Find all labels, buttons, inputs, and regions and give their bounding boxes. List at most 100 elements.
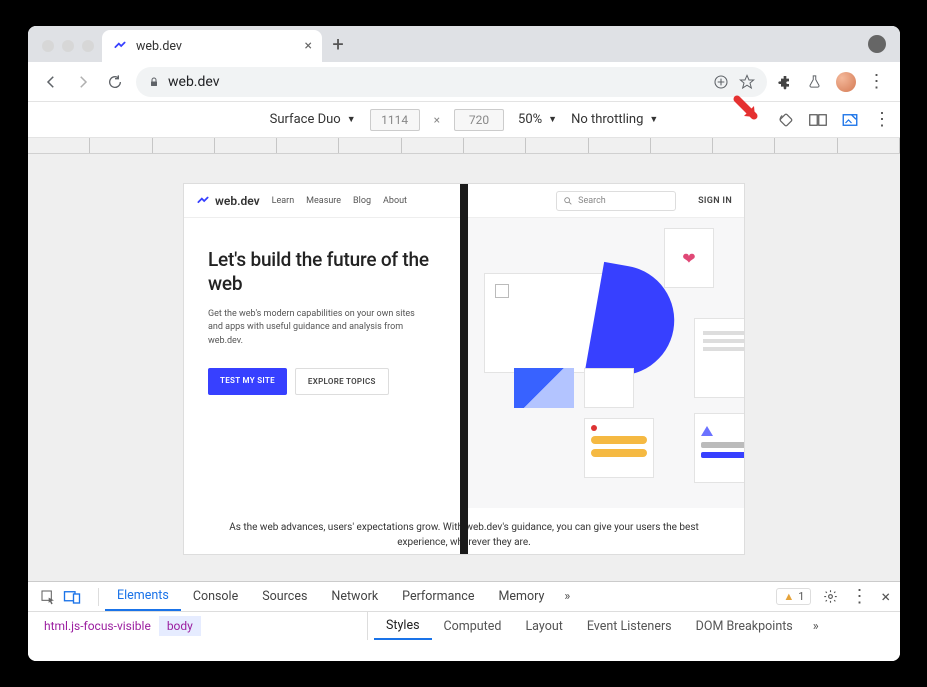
- devtools-panel: Elements Console Sources Network Perform…: [28, 581, 900, 661]
- labs-icon[interactable]: [807, 74, 822, 89]
- dual-screen-icon[interactable]: [809, 111, 827, 129]
- new-tab-button[interactable]: +: [322, 32, 354, 62]
- close-tab-icon[interactable]: ×: [305, 38, 312, 54]
- explore-topics-button[interactable]: EXPLORE TOPICS: [295, 368, 389, 395]
- more-styles-tabs-icon[interactable]: »: [805, 619, 827, 634]
- close-dot[interactable]: [42, 40, 54, 52]
- url-actions: [713, 74, 755, 90]
- device-toolbar: Surface Duo ▼ × 50% ▼ No throttling ▼ ⋮: [28, 102, 900, 138]
- throttling-value: No throttling: [571, 112, 643, 127]
- inspect-icon[interactable]: [36, 585, 60, 609]
- settings-icon[interactable]: [823, 589, 838, 604]
- illustration-card: [694, 318, 744, 398]
- tab-computed[interactable]: Computed: [432, 612, 514, 640]
- install-icon[interactable]: [713, 74, 729, 90]
- browser-toolbar: web.dev ⋮: [28, 62, 900, 102]
- breadcrumb: html.js-focus-visible body: [28, 612, 368, 640]
- extensions-icon[interactable]: [777, 74, 793, 90]
- search-placeholder: Search: [578, 196, 606, 206]
- crumb-html[interactable]: html.js-focus-visible: [36, 616, 159, 636]
- dimension-separator: ×: [434, 113, 440, 127]
- search-icon: [563, 196, 573, 206]
- tab-sources[interactable]: Sources: [250, 582, 319, 611]
- zoom-value: 50%: [518, 112, 542, 127]
- zoom-dot[interactable]: [82, 40, 94, 52]
- crumb-body[interactable]: body: [159, 616, 201, 636]
- nav-blog[interactable]: Blog: [353, 196, 371, 206]
- minimize-dot[interactable]: [62, 40, 74, 52]
- device-hinge: [460, 184, 468, 554]
- device-toggle-icon[interactable]: [60, 585, 84, 609]
- site-nav: Learn Measure Blog About: [272, 196, 407, 206]
- rotate-icon[interactable]: [777, 111, 795, 129]
- chevron-down-icon: ▼: [649, 114, 658, 125]
- profile-indicator-icon[interactable]: [868, 35, 886, 53]
- reload-button[interactable]: [104, 71, 126, 93]
- tab-title: web.dev: [136, 39, 182, 54]
- bookmark-icon[interactable]: [739, 74, 755, 90]
- hero-illustration: ❤: [464, 218, 744, 508]
- capture-screenshot-icon[interactable]: [841, 111, 859, 129]
- chevron-down-icon: ▼: [347, 114, 356, 125]
- illustration-card: [694, 413, 744, 483]
- illustration-card: [514, 368, 574, 408]
- test-my-site-button[interactable]: TEST MY SITE: [208, 368, 287, 395]
- width-input[interactable]: [370, 109, 420, 131]
- signin-link[interactable]: SIGN IN: [698, 196, 732, 206]
- back-button[interactable]: [40, 71, 62, 93]
- hero-description: Get the web's modern capabilities on you…: [208, 308, 418, 349]
- devtools-subpanel: html.js-focus-visible body Styles Comput…: [28, 612, 900, 661]
- tab-styles[interactable]: Styles: [374, 612, 432, 640]
- logo-text: web.dev: [215, 194, 260, 208]
- chevron-down-icon: ▼: [548, 114, 557, 125]
- forward-button[interactable]: [72, 71, 94, 93]
- zoom-select[interactable]: 50% ▼: [518, 112, 557, 127]
- height-input[interactable]: [454, 109, 504, 131]
- illustration-card: [584, 418, 654, 478]
- avatar[interactable]: [836, 72, 856, 92]
- devtools-menu-icon[interactable]: ⋮: [850, 586, 869, 607]
- tab-dom-breakpoints[interactable]: DOM Breakpoints: [684, 612, 805, 640]
- browser-window: web.dev × + web.dev: [28, 26, 900, 661]
- hero-buttons: TEST MY SITE EXPLORE TOPICS: [208, 368, 444, 395]
- browser-tab[interactable]: web.dev ×: [102, 30, 322, 62]
- tab-performance[interactable]: Performance: [390, 582, 486, 611]
- tab-memory[interactable]: Memory: [486, 582, 556, 611]
- illustration-card: [584, 368, 634, 408]
- device-toolbar-menu[interactable]: ⋮: [873, 109, 892, 130]
- devtools-tab-bar: Elements Console Sources Network Perform…: [28, 582, 900, 612]
- issues-badge[interactable]: ▲ 1: [776, 588, 811, 605]
- styles-tab-bar: Styles Computed Layout Event Listeners D…: [368, 612, 900, 640]
- hero-copy: Let's build the future of the web Get th…: [184, 218, 464, 508]
- ruler: [28, 138, 900, 154]
- tab-event-listeners[interactable]: Event Listeners: [575, 612, 684, 640]
- throttling-select[interactable]: No throttling ▼: [571, 112, 658, 127]
- chrome-menu-button[interactable]: ⋮: [866, 71, 888, 93]
- tab-console[interactable]: Console: [181, 582, 250, 611]
- favicon-icon: [112, 38, 128, 54]
- emulated-viewport: web.dev Learn Measure Blog About Search …: [28, 154, 900, 581]
- tab-elements[interactable]: Elements: [105, 582, 181, 611]
- device-name: Surface Duo: [270, 112, 341, 127]
- device-select[interactable]: Surface Duo ▼: [270, 112, 356, 127]
- warning-icon: ▲: [783, 590, 794, 603]
- nav-about[interactable]: About: [383, 196, 407, 206]
- search-input[interactable]: Search: [556, 191, 676, 211]
- address-bar[interactable]: web.dev: [136, 67, 767, 97]
- nav-learn[interactable]: Learn: [272, 196, 295, 206]
- window-controls[interactable]: [36, 40, 102, 62]
- url-text: web.dev: [168, 74, 220, 90]
- tab-layout[interactable]: Layout: [513, 612, 574, 640]
- device-frame: web.dev Learn Measure Blog About Search …: [184, 184, 744, 554]
- tab-network[interactable]: Network: [319, 582, 390, 611]
- issues-count: 1: [798, 590, 804, 603]
- extension-area: [777, 72, 856, 92]
- lock-icon: [148, 76, 160, 88]
- site-logo[interactable]: web.dev: [196, 194, 260, 208]
- heart-icon: ❤: [664, 228, 714, 288]
- tab-strip: web.dev × +: [28, 26, 900, 62]
- close-devtools-icon[interactable]: ×: [881, 587, 890, 606]
- nav-measure[interactable]: Measure: [306, 196, 341, 206]
- more-tabs-icon[interactable]: »: [556, 589, 578, 604]
- hero-title: Let's build the future of the web: [208, 248, 444, 296]
